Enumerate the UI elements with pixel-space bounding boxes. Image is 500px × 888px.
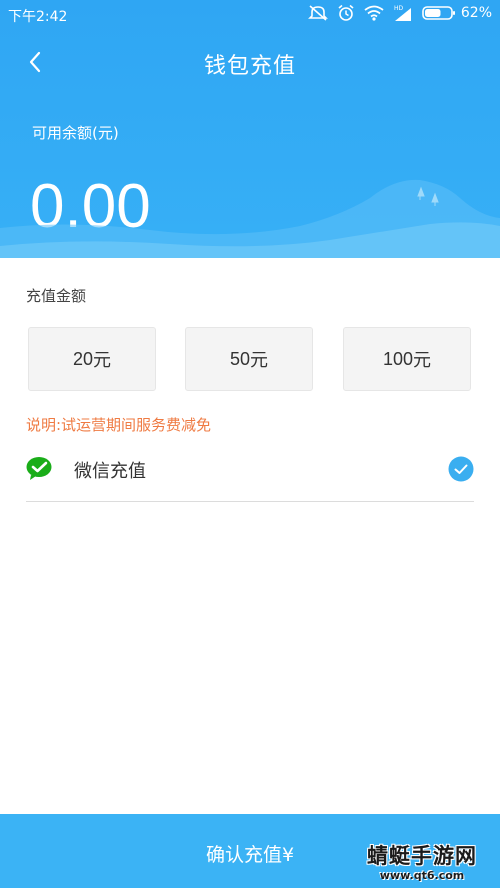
mute-icon xyxy=(307,4,328,22)
wallet-header: 下午2:42 HD 62% 钱包充值 可用余额(元) 0.00 xyxy=(0,0,500,258)
wechat-icon xyxy=(26,456,56,482)
amount-option-20[interactable]: 20 元 xyxy=(28,327,156,391)
balance-label: 可用余额(元) xyxy=(32,124,119,142)
confirm-recharge-button[interactable]: 确认充值¥ xyxy=(0,814,500,888)
status-time: 下午2:42 xyxy=(8,9,68,25)
decorative-hills xyxy=(0,179,500,258)
page-title: 钱包充值 xyxy=(203,54,296,79)
wifi-icon xyxy=(364,5,384,21)
status-icons: HD 62% xyxy=(307,4,492,22)
wechat-pay-option[interactable]: 微信充值 xyxy=(26,446,474,502)
signal-hd-icon: HD xyxy=(393,4,413,22)
amount-unit: 元 xyxy=(250,350,269,371)
divider xyxy=(26,501,474,502)
confirm-recharge-label: 确认充值¥ xyxy=(205,844,295,866)
battery-icon xyxy=(422,5,456,21)
wechat-pay-label: 微信充值 xyxy=(74,461,146,482)
amount-value: 50 xyxy=(229,348,251,369)
battery-percent: 62% xyxy=(460,5,492,21)
status-bar: 下午2:42 HD 62% xyxy=(0,0,500,28)
alarm-icon xyxy=(337,4,355,22)
svg-text:HD: HD xyxy=(394,5,404,12)
amount-value: 100 xyxy=(382,348,414,369)
amount-option-50[interactable]: 50 元 xyxy=(185,327,313,391)
check-circle-icon[interactable] xyxy=(448,456,474,482)
amount-unit: 元 xyxy=(413,350,432,371)
amount-value: 20 xyxy=(72,348,94,369)
amount-option-100[interactable]: 100 元 xyxy=(343,327,471,391)
service-fee-notice: 说明:试运营期间服务费减免 xyxy=(26,416,212,434)
recharge-amount-label: 充值金额 xyxy=(26,287,87,305)
amount-unit: 元 xyxy=(93,350,112,371)
